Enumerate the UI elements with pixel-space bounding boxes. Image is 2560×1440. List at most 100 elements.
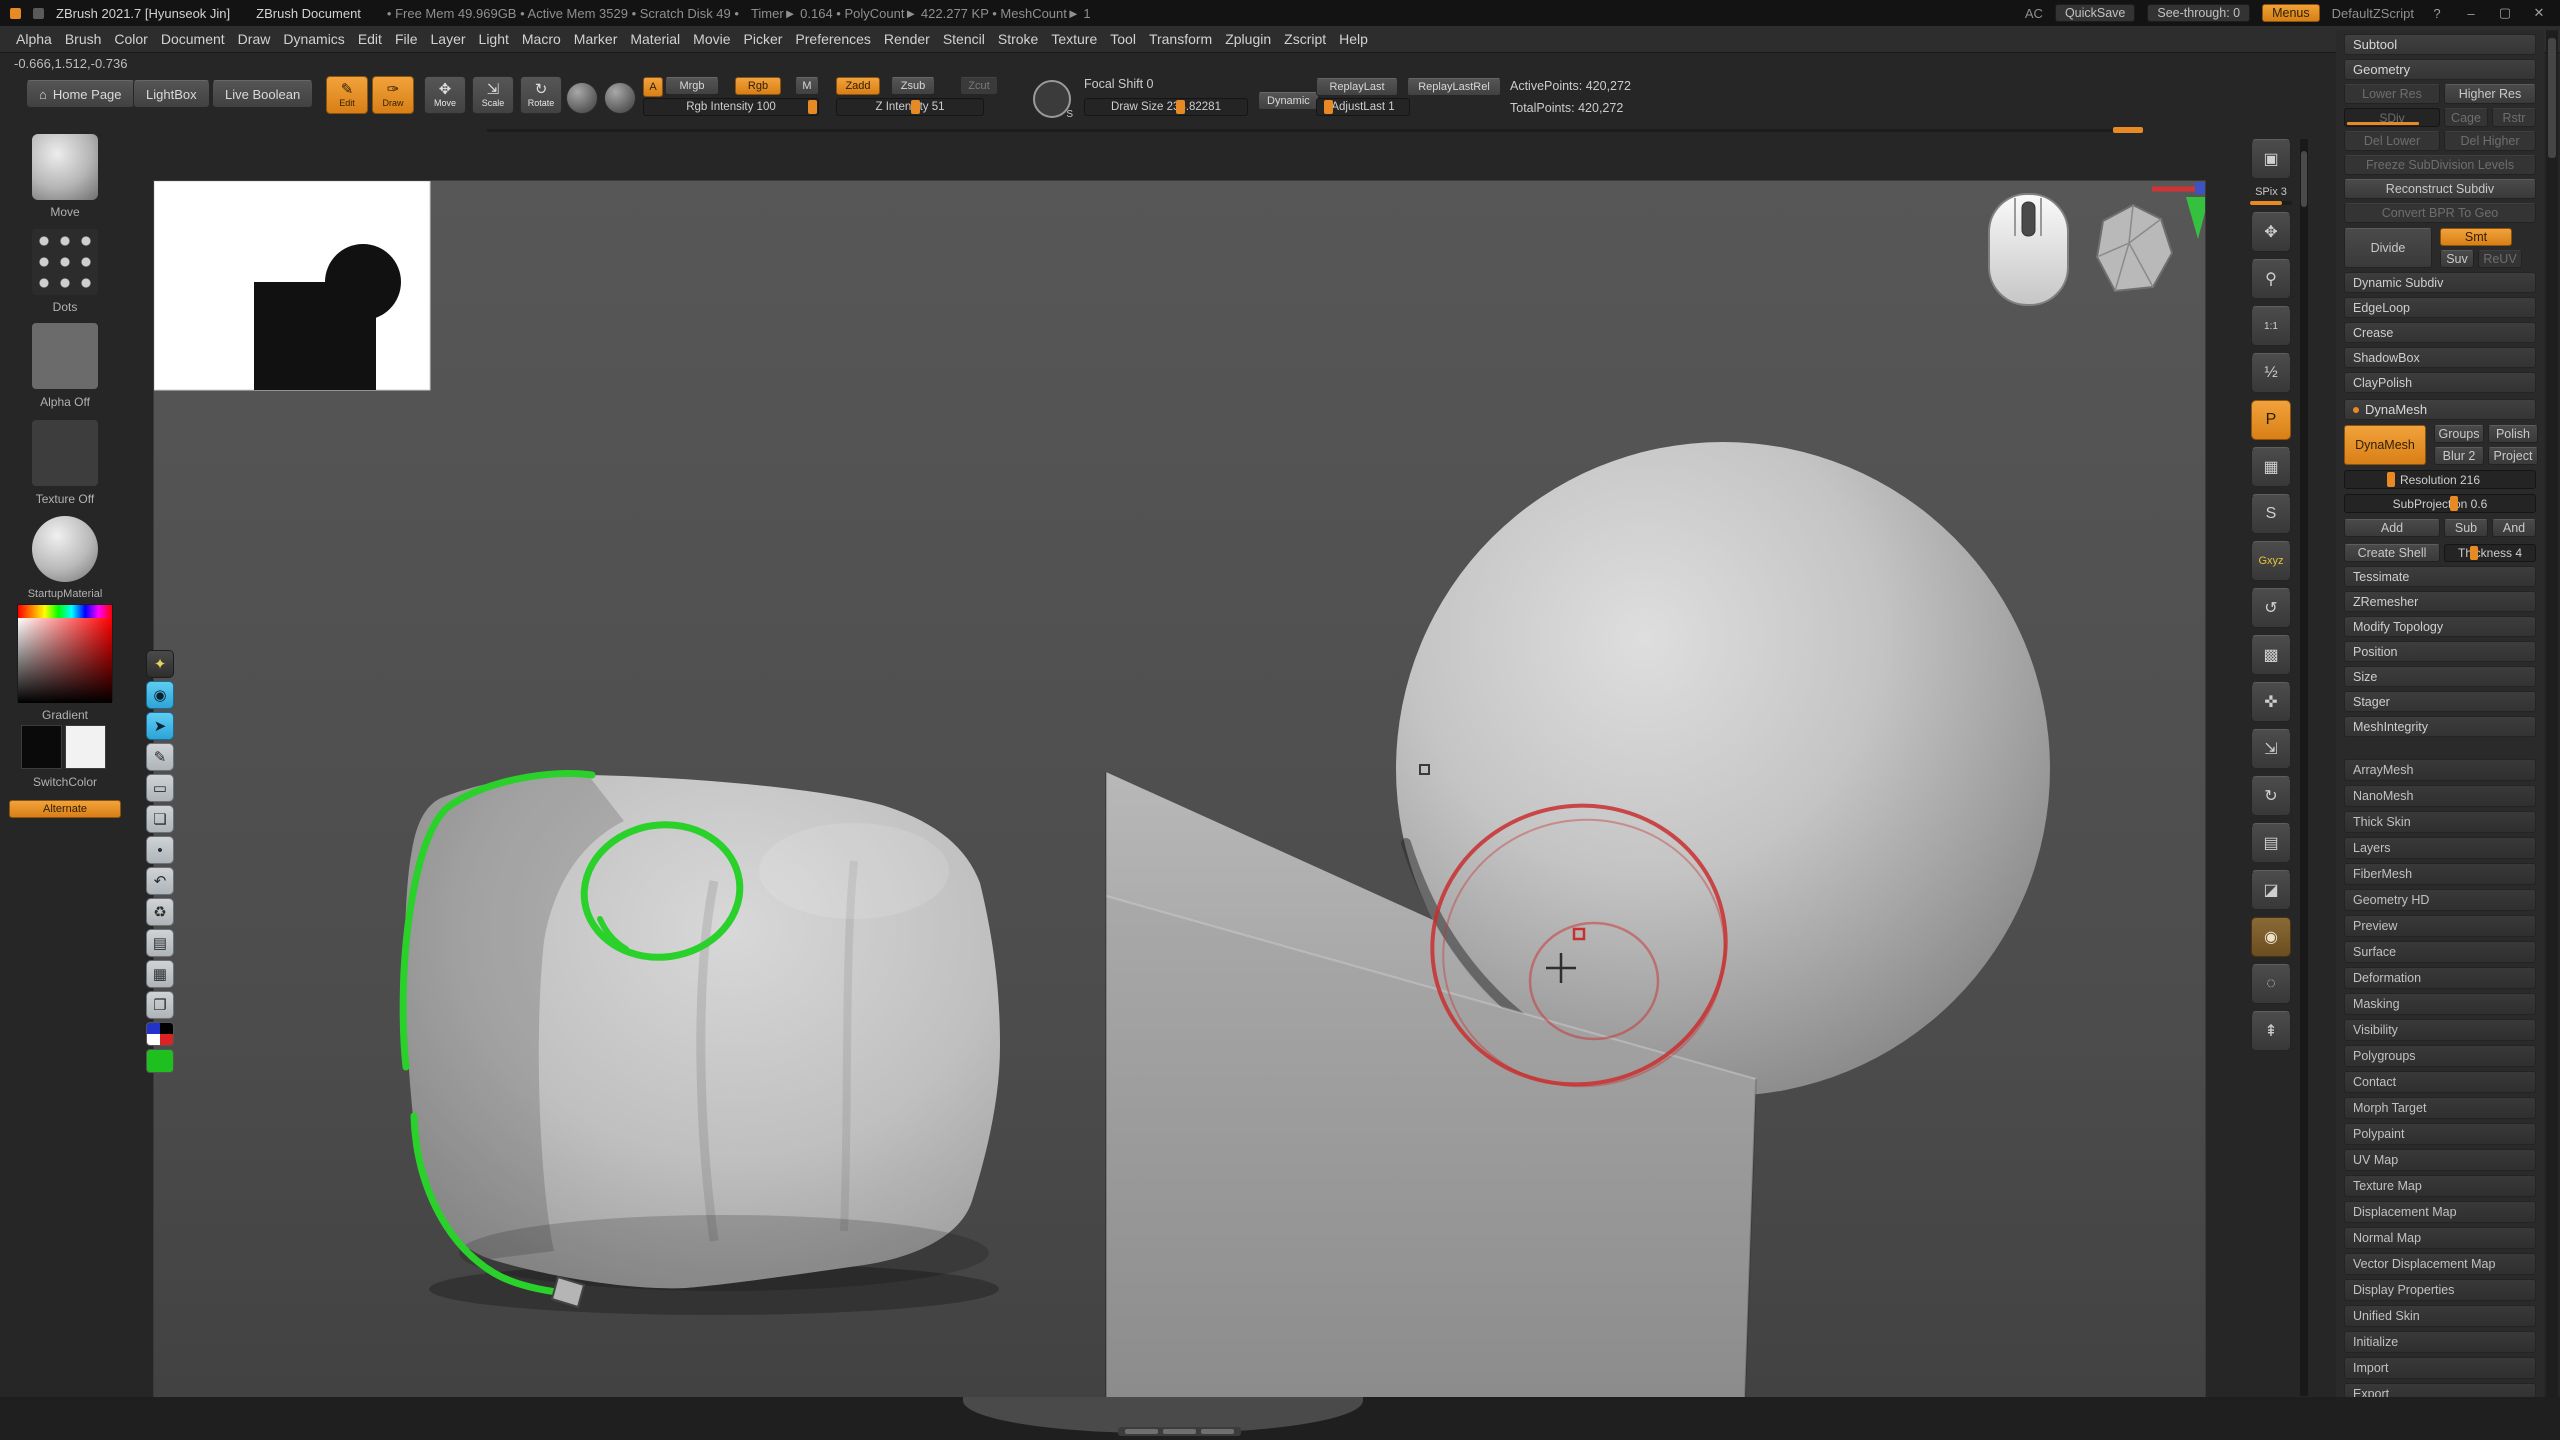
project-toggle[interactable]: Project — [2488, 447, 2538, 465]
material-thumbnail[interactable] — [32, 516, 98, 582]
palette-row[interactable]: Morph Target — [2344, 1097, 2536, 1119]
menus-button[interactable]: Menus — [2262, 4, 2320, 22]
draw-size-slider[interactable]: Draw Size 233.82281 — [1084, 98, 1248, 116]
aahalf-icon[interactable]: ½ — [2251, 353, 2291, 393]
menu-item[interactable]: Picker — [744, 31, 783, 47]
geometry-section-header[interactable]: Geometry — [2344, 59, 2536, 80]
subpalette-header[interactable]: MeshIntegrity — [2344, 716, 2536, 737]
saturation-square[interactable] — [18, 618, 112, 703]
menu-item[interactable]: Texture — [1051, 31, 1097, 47]
spin-icon[interactable]: ↺ — [2251, 588, 2291, 628]
menu-item[interactable]: Tool — [1110, 31, 1136, 47]
palette-row[interactable]: Layers — [2344, 837, 2536, 859]
minimize-button[interactable]: – — [2460, 6, 2482, 21]
reuv-button[interactable]: ReUV — [2478, 250, 2522, 268]
subpalette-header[interactable]: Tessimate — [2344, 566, 2536, 587]
stroke-thumbnail-dots[interactable] — [32, 229, 98, 295]
pencil-icon[interactable]: ✎ — [146, 743, 174, 771]
transp-icon[interactable]: ◪ — [2251, 870, 2291, 910]
see-through-slider[interactable]: See-through: 0 — [2147, 4, 2250, 22]
subpalette-header[interactable]: ZRemesher — [2344, 591, 2536, 612]
thickness-slider[interactable]: Thickness 4 — [2444, 544, 2536, 562]
persp-icon[interactable]: P — [2251, 400, 2291, 440]
draw-mode-button[interactable]: ✑ Draw — [372, 76, 414, 114]
palette-row[interactable]: Thick Skin — [2344, 811, 2536, 833]
palette-row[interactable]: Unified Skin — [2344, 1305, 2536, 1327]
photo-icon[interactable]: ▦ — [146, 960, 174, 988]
menu-item[interactable]: Layer — [431, 31, 466, 47]
edit-mode-button[interactable]: ✎ Edit — [326, 76, 368, 114]
mrgb-button[interactable]: Mrgb — [665, 77, 719, 95]
dot-icon[interactable]: • — [146, 836, 174, 864]
scale-mode-button[interactable]: ⇲ Scale — [472, 76, 514, 114]
lsym-icon[interactable]: S — [2251, 494, 2291, 534]
replay-last-button[interactable]: ReplayLast — [1316, 78, 1398, 96]
tool-panel-scroll-handle[interactable] — [2548, 38, 2556, 158]
menu-item[interactable]: Movie — [693, 31, 730, 47]
higher-res-button[interactable]: Higher Res — [2444, 84, 2536, 104]
tool-panel-scrollbar[interactable] — [2546, 30, 2558, 1440]
frame-icon[interactable]: ▩ — [2251, 635, 2291, 675]
undo-icon[interactable]: ↶ — [146, 867, 174, 895]
spix-slider[interactable]: SPix 3 — [2250, 186, 2292, 205]
anchor-chip[interactable]: A — [643, 77, 663, 97]
maximize-button[interactable]: ▢ — [2494, 5, 2516, 21]
sub-toggle[interactable]: Sub — [2444, 519, 2488, 537]
palette-row[interactable]: Normal Map — [2344, 1227, 2536, 1249]
subpalette-header[interactable]: EdgeLoop — [2344, 297, 2536, 318]
add-toggle[interactable]: Add — [2344, 519, 2440, 537]
freeze-subdivision-button[interactable]: Freeze SubDivision Levels — [2344, 155, 2536, 175]
subprojection-handle[interactable] — [2450, 496, 2458, 511]
menu-item[interactable]: Dynamics — [283, 31, 344, 47]
alpha-thumbnail[interactable] — [32, 323, 98, 389]
suv-toggle[interactable]: Suv — [2440, 250, 2474, 268]
eye-icon[interactable]: ◉ — [146, 681, 174, 709]
subpalette-header[interactable]: ClayPolish — [2344, 372, 2536, 393]
groups-toggle[interactable]: Groups — [2434, 425, 2484, 443]
polish-toggle[interactable]: Polish — [2488, 425, 2538, 443]
default-zscript-button[interactable]: DefaultZScript — [2332, 6, 2414, 21]
palette-row[interactable]: Visibility — [2344, 1019, 2536, 1041]
menu-item[interactable]: Help — [1339, 31, 1368, 47]
menu-item[interactable]: File — [395, 31, 418, 47]
rstr-button[interactable]: Rstr — [2492, 108, 2536, 127]
palette-row[interactable]: Texture Map — [2344, 1175, 2536, 1197]
convert-bpr-button[interactable]: Convert BPR To Geo — [2344, 203, 2536, 223]
tag-icon[interactable]: ❏ — [146, 805, 174, 833]
gxyz-icon[interactable]: Gxyz — [2251, 541, 2291, 581]
menu-item[interactable]: Document — [161, 31, 225, 47]
linefill-icon[interactable]: ▤ — [2251, 823, 2291, 863]
del-lower-button[interactable]: Del Lower — [2344, 131, 2440, 151]
palette-row[interactable]: NanoMesh — [2344, 785, 2536, 807]
palette-row[interactable]: ArrayMesh — [2344, 759, 2536, 781]
help-button[interactable]: ? — [2426, 6, 2448, 21]
menu-item[interactable]: Marker — [574, 31, 618, 47]
palette-row[interactable]: Contact — [2344, 1071, 2536, 1093]
subtool-section-header[interactable]: Subtool — [2344, 34, 2536, 55]
floor-icon[interactable]: ▦ — [2251, 447, 2291, 487]
tool-preview-sphere-2[interactable] — [604, 82, 636, 114]
palette-row[interactable]: Polypaint — [2344, 1123, 2536, 1145]
palette-row[interactable]: FiberMesh — [2344, 863, 2536, 885]
subpalette-header[interactable]: Dynamic Subdiv — [2344, 272, 2536, 293]
smt-toggle[interactable]: Smt — [2440, 228, 2512, 246]
spotlight-icon[interactable]: ✦ — [146, 650, 174, 678]
zsub-button[interactable]: Zsub — [891, 77, 935, 95]
menu-item[interactable]: Zscript — [1284, 31, 1326, 47]
sdiv-slider[interactable]: SDiv — [2344, 108, 2440, 127]
rgb-button[interactable]: Rgb — [735, 77, 781, 95]
subpalette-header[interactable]: Modify Topology — [2344, 616, 2536, 637]
subpalette-header[interactable]: ShadowBox — [2344, 347, 2536, 368]
scale-icon[interactable]: ⇲ — [2251, 729, 2291, 769]
replay-last-rel-button[interactable]: ReplayLastRel — [1407, 78, 1501, 96]
dynamesh-section-header[interactable]: DynaMesh — [2344, 399, 2536, 420]
menu-item[interactable]: Color — [114, 31, 147, 47]
divide-button[interactable]: Divide — [2344, 228, 2432, 268]
resolution-slider[interactable]: Resolution 216 — [2344, 470, 2536, 489]
document-canvas[interactable] — [153, 180, 2206, 1398]
dynamesh-button[interactable]: DynaMesh — [2344, 425, 2426, 465]
marquee-icon[interactable]: ▭ — [146, 774, 174, 802]
home-page-button[interactable]: ⌂ Home Page — [26, 80, 135, 108]
menu-item[interactable]: Render — [884, 31, 930, 47]
menu-item[interactable]: Draw — [238, 31, 271, 47]
